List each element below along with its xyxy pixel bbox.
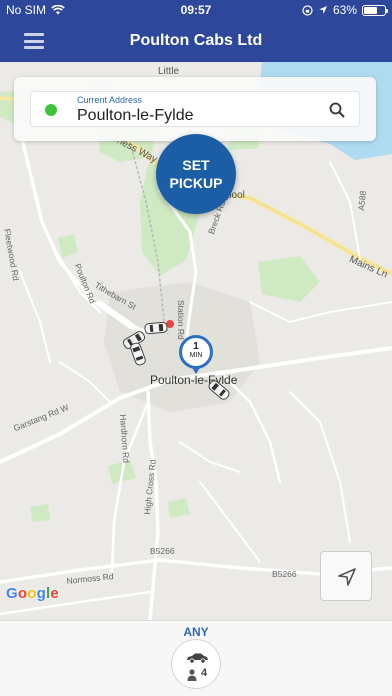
address-value: Poulton-le-Fylde	[77, 107, 194, 124]
my-location-button[interactable]	[320, 551, 372, 601]
car-icon	[187, 653, 208, 664]
set-pickup-button[interactable]: SET PICKUP	[156, 134, 236, 214]
eta-unit: MIN	[189, 352, 203, 359]
taxi-car-marker	[144, 321, 168, 335]
vehicle-category-label: ANY	[183, 625, 209, 639]
address-field[interactable]: Current Address Poulton-le-Fylde	[30, 91, 360, 127]
address-label: Current Address	[77, 95, 143, 105]
address-card: Current Address Poulton-le-Fylde	[14, 77, 376, 141]
passenger-capacity: 4	[201, 667, 208, 679]
app-header: Poulton Cabs Ltd	[0, 20, 392, 62]
battery-icon	[362, 4, 388, 16]
map-label-poulton-town: Poulton-le-Fylde	[150, 373, 238, 387]
set-pickup-line1: SET	[182, 157, 210, 173]
location-status-dot	[45, 104, 57, 116]
search-icon[interactable]	[329, 102, 345, 118]
status-bar: No SIM 09:57 63%	[0, 0, 392, 20]
battery-percent: 63%	[332, 3, 357, 17]
map-label-a588: A588	[356, 190, 369, 212]
eta-value: 1	[193, 341, 199, 352]
google-logo: Google	[6, 585, 59, 602]
map-label-b5266-b: B5266	[272, 569, 297, 579]
orientation-lock-icon	[302, 4, 313, 16]
map-label-little: Little	[158, 66, 180, 77]
vehicle-select-button[interactable]: 4	[171, 639, 221, 689]
app-title: Poulton Cabs Ltd	[129, 32, 263, 49]
vehicle-panel: ANY 4	[0, 620, 392, 696]
person-icon	[187, 669, 197, 681]
location-arrow-icon	[318, 6, 327, 14]
map-label-b5266-a: B5266	[150, 546, 175, 556]
navigation-arrow-icon	[338, 568, 356, 586]
map-label-station-rd: Station Rd	[176, 300, 186, 340]
eta-pin: 1 MIN	[179, 335, 213, 375]
set-pickup-line2: PICKUP	[169, 175, 223, 191]
map-view[interactable]: Little rness Way pool Fleetwood Rd Poult…	[0, 62, 392, 620]
